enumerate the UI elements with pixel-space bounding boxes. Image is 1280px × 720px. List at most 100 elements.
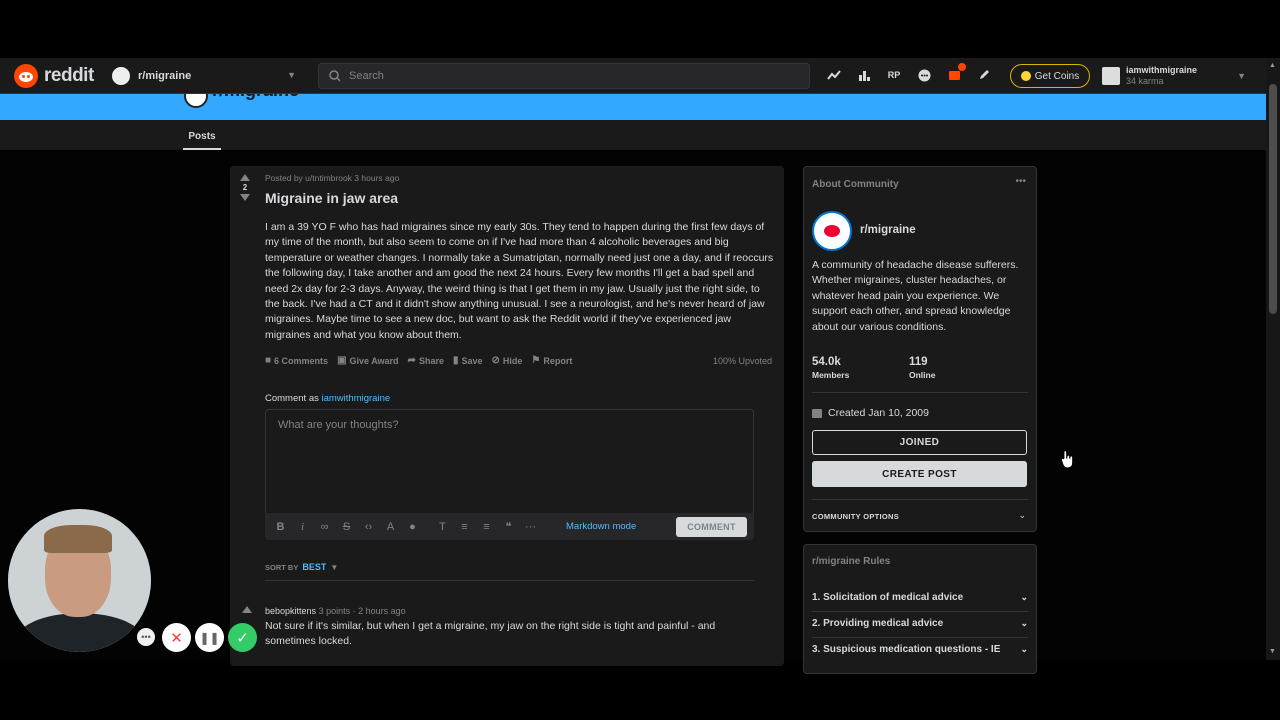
online-stat: 119 Online xyxy=(909,356,935,380)
community-banner: r/migraine xyxy=(0,94,1266,120)
community-dropdown[interactable]: r/migraine ▼ xyxy=(108,63,302,89)
recorder-more-icon[interactable]: ••• xyxy=(137,628,155,646)
page-scrollbar[interactable]: ▲ ▼ xyxy=(1266,58,1280,660)
comment-icon: ■ xyxy=(265,355,272,366)
community-dropdown-label: r/migraine xyxy=(138,70,192,82)
cake-icon xyxy=(812,408,822,418)
flag-icon: ⚑ xyxy=(531,355,541,366)
rpan-icon[interactable]: RP xyxy=(886,67,902,83)
comment-as-line: Comment as iamwithmigraine xyxy=(265,393,390,404)
divider xyxy=(265,580,754,581)
mouse-pointer-icon xyxy=(1061,450,1074,469)
link-icon[interactable]: ∞ xyxy=(319,521,330,533)
comment-author[interactable]: bebopkittens xyxy=(265,606,316,616)
save-button[interactable]: ▮ Save xyxy=(453,355,483,366)
comment-upvote-arrow-icon[interactable] xyxy=(242,606,252,613)
comments-button[interactable]: ■ 6 Comments xyxy=(265,355,328,366)
community-name[interactable]: r/migraine xyxy=(860,224,916,236)
chevron-down-icon: ▼ xyxy=(330,562,339,572)
chevron-down-icon: ▼ xyxy=(287,70,296,80)
save-label: Save xyxy=(461,355,483,366)
scroll-down-arrow-icon[interactable]: ▼ xyxy=(1269,648,1276,655)
italic-icon[interactable]: i xyxy=(297,521,308,533)
recorder-cancel-icon[interactable]: ✕ xyxy=(162,623,191,652)
divider xyxy=(812,637,1028,638)
vote-column: 2 xyxy=(238,174,252,201)
give-award-button[interactable]: ▣ Give Award xyxy=(337,355,398,366)
subreddit-avatar xyxy=(112,67,130,85)
members-value: 54.0k xyxy=(812,356,841,368)
created-date: Created Jan 10, 2009 xyxy=(812,407,929,419)
community-options-toggle[interactable]: COMMUNITY OPTIONS xyxy=(812,512,899,521)
upvote-arrow-icon[interactable] xyxy=(240,174,250,181)
comment-text: Not sure if it's similar, but when I get… xyxy=(265,620,716,648)
webcam-person-hair xyxy=(44,525,112,553)
username: iamwithmigraine xyxy=(1126,65,1198,75)
recorder-pause-icon[interactable]: ❚❚ xyxy=(195,623,224,652)
inline-code-icon[interactable]: ‹› xyxy=(363,521,374,533)
comment-points-time: 3 points · 2 hours ago xyxy=(318,606,406,616)
comment-toolbar: B i ∞ S ‹› A ● T ≡ ≡ ❝ ··· Markdown mode… xyxy=(265,513,754,540)
bold-icon[interactable]: B xyxy=(275,521,286,533)
heading-icon[interactable]: T xyxy=(437,521,448,533)
reddit-home-link[interactable]: reddit xyxy=(14,64,94,88)
user-menu[interactable]: iamwithmigraine 34 karma ▼ xyxy=(1102,63,1252,89)
post-card: 2 Posted by u/tntimbrook 3 hours ago Mig… xyxy=(230,166,784,666)
strikethrough-icon[interactable]: S xyxy=(341,521,352,533)
tab-posts[interactable]: Posts xyxy=(183,120,221,150)
chevron-down-icon: ⌄ xyxy=(1020,618,1028,628)
rule-item[interactable]: 1. Solicitation of medical advice ⌄ xyxy=(812,592,1030,603)
divider xyxy=(812,499,1028,500)
more-options-icon[interactable]: ••• xyxy=(1015,176,1026,187)
search-placeholder: Search xyxy=(349,70,384,82)
sort-by-value: BEST xyxy=(302,562,327,572)
numbered-list-icon[interactable]: ≡ xyxy=(481,521,492,533)
joined-button[interactable]: JOINED xyxy=(812,430,1027,455)
share-button[interactable]: ➦ Share xyxy=(408,355,444,366)
all-stats-icon[interactable] xyxy=(856,67,872,83)
post-body: I am a 39 YO F who has had migraines sin… xyxy=(265,221,774,341)
notifications-icon[interactable] xyxy=(946,63,966,83)
share-icon: ➦ xyxy=(407,355,416,366)
create-post-pencil-icon[interactable] xyxy=(976,67,992,83)
scroll-up-arrow-icon[interactable]: ▲ xyxy=(1269,62,1276,69)
rule-item[interactable]: 3. Suspicious medication questions - IE … xyxy=(812,644,1030,655)
chat-icon[interactable] xyxy=(916,67,932,83)
members-stat: 54.0k Members xyxy=(812,356,849,380)
top-navbar: reddit r/migraine ▼ Search RP Get Coins xyxy=(0,58,1266,94)
rule-item[interactable]: 2. Providing medical advice ⌄ xyxy=(812,618,1030,629)
markdown-mode-button[interactable]: Markdown mode xyxy=(566,521,636,532)
scrollbar-thumb[interactable] xyxy=(1269,84,1277,314)
recorder-finish-icon[interactable]: ✓ xyxy=(228,623,257,652)
create-post-button[interactable]: CREATE POST xyxy=(812,461,1027,487)
banner-subreddit-avatar xyxy=(184,94,208,108)
comment-submit-button[interactable]: COMMENT xyxy=(676,517,747,537)
upvoted-percentage: 100% Upvoted xyxy=(712,356,772,366)
rule-text: 3. Suspicious medication questions - IE xyxy=(812,644,1001,655)
members-label: Members xyxy=(812,370,850,380)
spoiler-icon[interactable]: ● xyxy=(407,521,418,533)
sort-by[interactable]: SORT BY BEST ▼ xyxy=(265,562,338,572)
hide-button[interactable]: ⊘ Hide xyxy=(492,355,523,366)
chevron-down-icon[interactable]: ⌄ xyxy=(1018,510,1026,521)
online-label: Online xyxy=(909,370,936,380)
bulleted-list-icon[interactable]: ≡ xyxy=(459,521,470,533)
more-options-icon[interactable]: ··· xyxy=(525,521,536,533)
search-input[interactable]: Search xyxy=(318,63,810,89)
get-coins-button[interactable]: Get Coins xyxy=(1010,64,1090,88)
get-coins-label: Get Coins xyxy=(1034,70,1080,82)
report-button[interactable]: ⚑ Report xyxy=(531,355,572,366)
community-avatar xyxy=(812,211,852,251)
hide-icon: ⊘ xyxy=(491,355,500,366)
rule-text: 2. Providing medical advice xyxy=(812,618,944,629)
logo-text: reddit xyxy=(44,65,94,86)
downvote-arrow-icon[interactable] xyxy=(240,194,250,201)
online-value: 119 xyxy=(909,356,928,368)
comment-as-user-link[interactable]: iamwithmigraine xyxy=(322,393,391,404)
post-actions: ■ 6 Comments ▣ Give Award ➦ Share ▮ Save ⊘ Hi… xyxy=(265,355,572,366)
community-rules-card: r/migraine Rules 1. Solicitation of medi… xyxy=(803,544,1037,674)
chevron-down-icon: ▼ xyxy=(1237,71,1246,81)
popular-trending-icon[interactable] xyxy=(826,67,842,83)
superscript-icon[interactable]: A xyxy=(385,521,396,533)
quote-block-icon[interactable]: ❝ xyxy=(503,520,514,533)
